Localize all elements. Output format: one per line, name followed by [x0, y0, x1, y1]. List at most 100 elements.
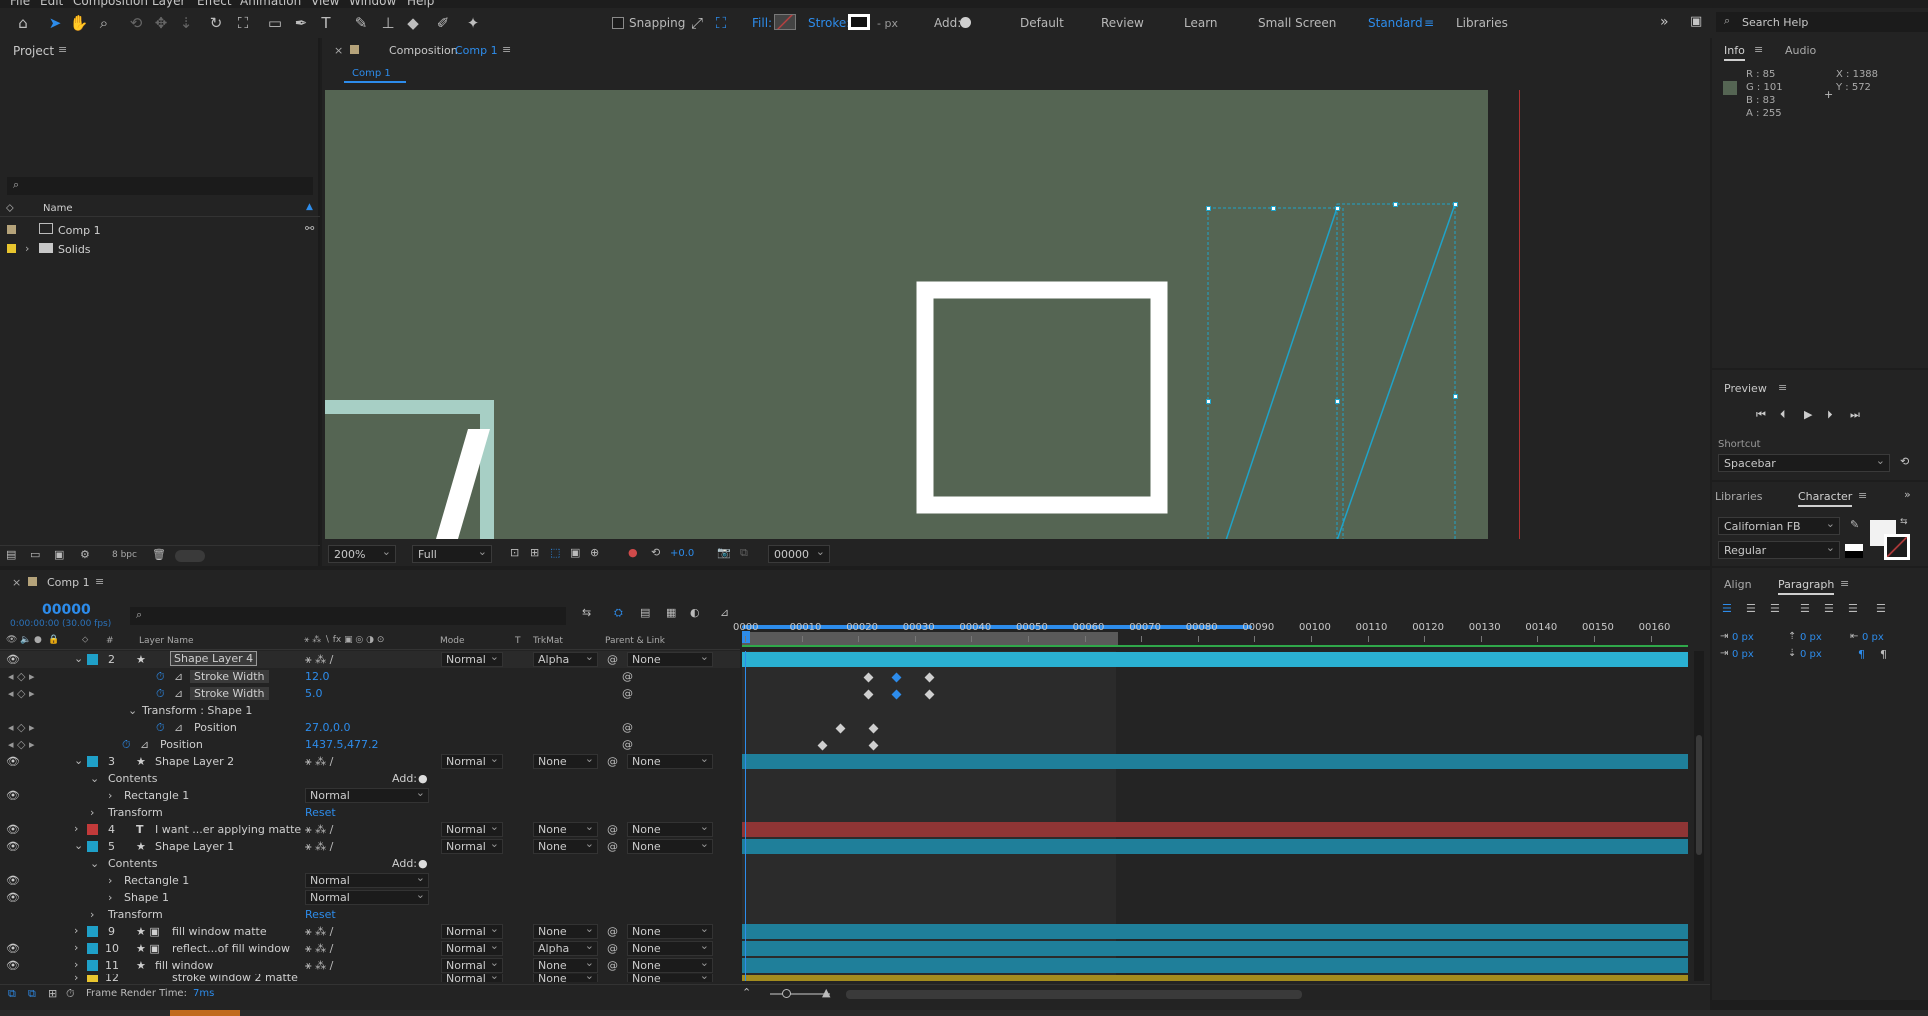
trkmat-header[interactable]: TrkMat [533, 636, 563, 646]
layer-bar[interactable] [742, 941, 1688, 956]
region-of-interest-icon[interactable]: ▣ [570, 546, 580, 559]
frame-blending-icon[interactable]: ▦ [666, 606, 676, 619]
composition-menu-icon[interactable]: ≡ [502, 43, 511, 56]
fast-previews-icon[interactable]: ⊡ [510, 546, 519, 559]
render-time-icon[interactable]: ⏱ [66, 987, 75, 1001]
parent-dropdown[interactable]: None [627, 837, 713, 854]
layer-bar[interactable] [742, 839, 1688, 854]
layer-row[interactable]: › 12 stroke window 2 matte Normal None N… [0, 974, 740, 982]
property-row[interactable]: ◂ ◇ ▸ ⏱ ⊿ Stroke Width 5.0 @ [0, 685, 740, 702]
layer-name[interactable]: reflect...of fill window [172, 942, 290, 955]
expression-pickwhip-icon[interactable]: @ [622, 670, 633, 683]
layer-row[interactable]: 👁 ⌄ 5 ★ Shape Layer 1 ⚹ ⁂ ∕ Normal None … [0, 837, 740, 855]
workspace-learn[interactable]: Learn [1184, 16, 1218, 30]
keyframe[interactable] [817, 740, 828, 751]
zoom-out-icon[interactable]: ⌃ [742, 986, 751, 999]
flowchart-icon[interactable]: ⚯ [305, 222, 314, 235]
stroke-color-swatch[interactable] [1884, 534, 1910, 560]
label-color-swatch[interactable] [87, 841, 98, 852]
composition-viewer[interactable] [325, 90, 1488, 539]
new-composition-icon[interactable]: ▣ [54, 548, 64, 561]
reset-exposure-icon[interactable]: ⟲ [651, 546, 660, 559]
parent-dropdown[interactable]: None [627, 650, 713, 667]
parent-dropdown[interactable]: None [627, 956, 713, 973]
group-row[interactable]: › Transform Reset [0, 906, 740, 923]
zoom-dropdown[interactable]: 200% [328, 545, 396, 563]
switches[interactable]: ⚹ ⁂ ∕ [305, 823, 333, 837]
workspace-small-screen[interactable]: Small Screen [1258, 16, 1336, 30]
close-tab-icon[interactable]: × [12, 576, 21, 589]
exposure-value[interactable]: +0.0 [670, 548, 694, 559]
mode-dropdown[interactable]: Normal [441, 650, 503, 667]
trkmat-dropdown[interactable]: None [533, 922, 598, 939]
trkmat-dropdown[interactable]: None [533, 837, 598, 854]
menu-file[interactable]: File [10, 0, 30, 8]
workspace-default[interactable]: Default [1020, 16, 1064, 30]
layer-name[interactable]: I want ...er applying matte [155, 823, 301, 836]
property-value[interactable]: 12.0 [305, 670, 330, 683]
bbox-handle[interactable] [1453, 202, 1458, 207]
home-icon[interactable]: ⌂ [12, 12, 34, 34]
keyframe[interactable] [868, 723, 879, 734]
keyframe-navigator-icon[interactable]: ◂ ◇ ▸ [8, 721, 35, 734]
close-tab-icon[interactable]: × [334, 44, 343, 57]
expand-arrow-icon[interactable]: › [74, 822, 78, 835]
add-icon[interactable] [960, 17, 971, 28]
project-menu-icon[interactable]: ≡ [58, 43, 67, 56]
property-value[interactable]: 27.0,0.0 [305, 721, 350, 734]
indent-left-value[interactable]: 0 px [1732, 632, 1754, 643]
mode-dropdown[interactable]: Normal [441, 974, 503, 982]
mode-dropdown[interactable]: Normal [441, 939, 503, 956]
more-workspaces-icon[interactable]: » [1660, 14, 1669, 30]
space-before-value[interactable]: 0 px [1800, 632, 1822, 643]
collapse-arrow-icon[interactable]: ⌄ [74, 754, 83, 767]
bbox-handle[interactable] [1206, 206, 1211, 211]
keyframe[interactable] [891, 672, 902, 683]
motion-blur-icon[interactable]: ◐ [690, 606, 700, 619]
layer-bar[interactable] [742, 924, 1688, 939]
layer-row[interactable]: 👁 ⌄ 2 ★ Shape Layer 4 ⚹ ⁂ ∕ Normal Alpha… [0, 650, 740, 668]
menu-composition[interactable]: Composition [73, 0, 148, 8]
switches[interactable]: ⚹ ⁂ ∕ [305, 925, 333, 939]
play-icon[interactable]: ▶ [1804, 408, 1812, 421]
visibility-eye-icon[interactable]: 👁 [6, 823, 20, 836]
stroke-width-value[interactable]: - px [877, 17, 898, 30]
font-style-dropdown[interactable]: Regular [1718, 541, 1840, 559]
menu-view[interactable]: View [311, 0, 339, 8]
visibility-eye-icon[interactable]: 👁 [6, 755, 20, 768]
timeline-horizontal-scrollbar[interactable] [846, 990, 1302, 999]
keyframe[interactable] [835, 723, 846, 734]
label-color-swatch[interactable] [87, 926, 98, 937]
current-time-field[interactable]: 00000 [768, 545, 830, 563]
trkmat-dropdown[interactable]: Alpha [533, 650, 598, 667]
group-row[interactable]: ⌄ Transform : Shape 1 [0, 702, 740, 719]
ltr-direction-icon[interactable]: ¶ [1858, 648, 1865, 661]
stopwatch-icon[interactable]: ⏱ [156, 721, 165, 735]
selection-tool-icon[interactable]: ➤ [44, 12, 66, 34]
scroll-thumb[interactable] [1696, 735, 1702, 855]
expand-arrow-icon[interactable]: › [108, 874, 112, 887]
swap-colors-icon[interactable]: ⇆ [1900, 517, 1908, 527]
eyedropper-icon[interactable]: ✎ [1850, 518, 1859, 531]
menu-effect[interactable]: Effect [197, 0, 232, 8]
blend-mode-dropdown[interactable]: Normal [305, 888, 429, 905]
rectangle-tool-icon[interactable]: ▭ [264, 12, 286, 34]
layer-bar[interactable] [742, 822, 1688, 837]
expand-arrow-icon[interactable]: › [74, 958, 78, 971]
layer-switches-icon[interactable]: ⧉ [8, 987, 16, 1001]
fill-swatch[interactable] [774, 14, 796, 30]
composition-tab-name[interactable]: Comp 1 [455, 44, 498, 57]
brush-tool-icon[interactable]: ✎ [350, 12, 372, 34]
layer-name[interactable]: Shape Layer 1 [155, 840, 234, 853]
black-white-swatch[interactable] [1845, 544, 1863, 558]
next-frame-icon[interactable]: ⏵ [1827, 408, 1833, 422]
workspace-libraries[interactable]: Libraries [1456, 16, 1508, 30]
switches[interactable]: ⚹ ⁂ ∕ [305, 840, 333, 854]
mode-dropdown[interactable]: Normal [441, 922, 503, 939]
bbox-handle[interactable] [1335, 399, 1340, 404]
layer-name[interactable]: fill window [155, 959, 213, 972]
group-row[interactable]: 👁 › Shape 1 Normal [0, 888, 740, 906]
first-line-indent-value[interactable]: 0 px [1732, 649, 1754, 660]
trkmat-dropdown[interactable]: None [533, 956, 598, 973]
timeline-search-field[interactable]: ⌕ [130, 607, 566, 625]
